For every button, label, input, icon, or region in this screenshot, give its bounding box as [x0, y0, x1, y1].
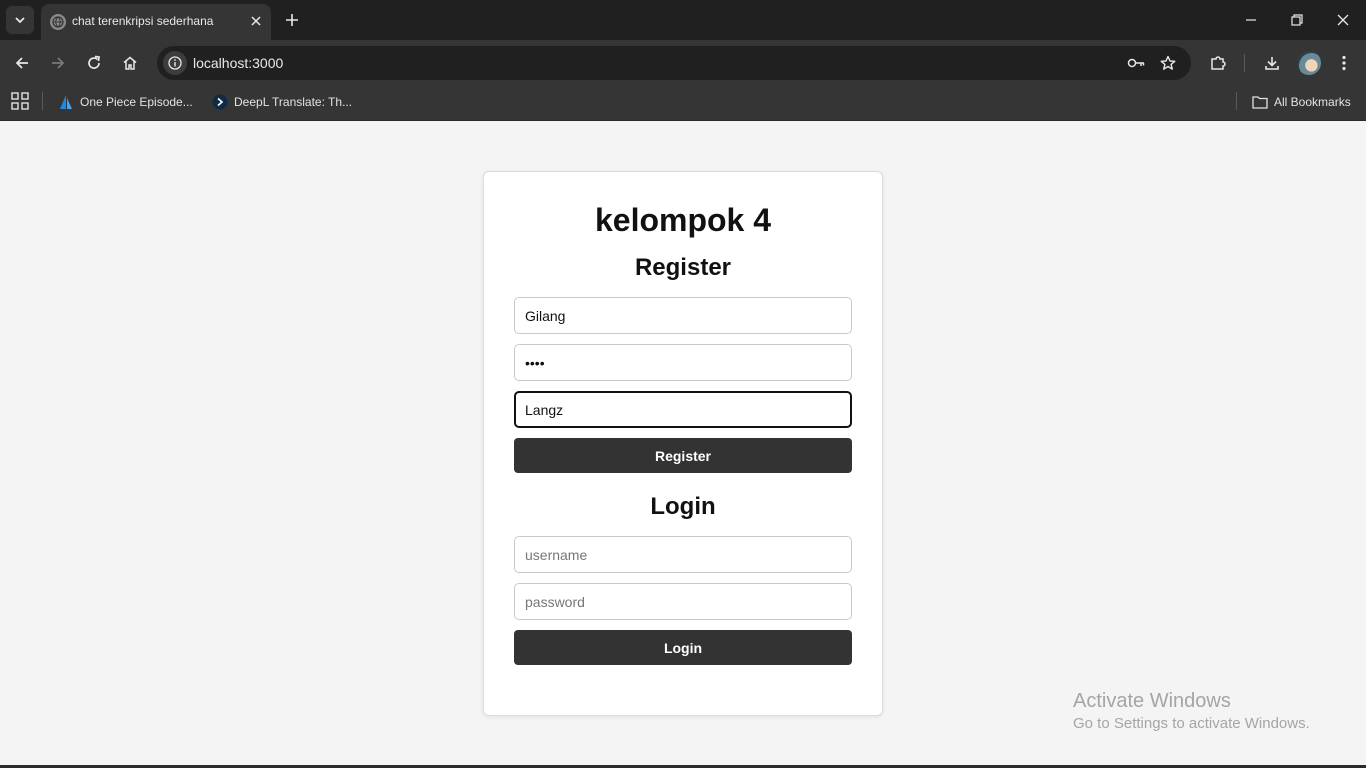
- arrow-left-icon: [15, 57, 28, 69]
- minimize-button[interactable]: [1228, 0, 1274, 40]
- reload-icon: [88, 55, 100, 69]
- address-bar[interactable]: localhost:3000: [157, 46, 1191, 80]
- forward-button[interactable]: [44, 49, 72, 77]
- minimize-icon: [1246, 19, 1256, 21]
- active-tab[interactable]: chat terenkripsi sederhana: [41, 4, 271, 40]
- login-heading: Login: [650, 493, 716, 520]
- puzzle-icon: [1211, 56, 1226, 70]
- site-info-button[interactable]: [163, 51, 187, 75]
- login-button[interactable]: Login: [514, 630, 852, 665]
- reload-button[interactable]: [80, 49, 108, 77]
- tab-strip: chat terenkripsi sederhana: [0, 0, 1366, 40]
- home-icon: [123, 56, 137, 70]
- key-icon: [1127, 58, 1145, 68]
- watermark-title: Activate Windows: [1073, 690, 1231, 712]
- register-username-input[interactable]: Gilang: [514, 297, 852, 334]
- home-button[interactable]: [116, 49, 144, 77]
- bookmark-star-button[interactable]: [1156, 51, 1180, 75]
- password-key-button[interactable]: [1124, 51, 1148, 75]
- close-icon: [1337, 14, 1349, 26]
- bookmark-label: DeepL Translate: Th...: [234, 95, 353, 109]
- page-title: kelompok 4: [594, 202, 772, 238]
- address-url[interactable]: localhost:3000: [193, 55, 283, 71]
- watermark-subtitle: Go to Settings to activate Windows.: [1073, 715, 1310, 732]
- chevron-down-icon: [15, 17, 25, 24]
- apps-grid-icon[interactable]: [11, 92, 29, 110]
- globe-icon: [50, 14, 66, 30]
- star-icon: [1160, 55, 1176, 70]
- bookmark-label: One Piece Episode...: [80, 95, 193, 109]
- register-third-input[interactable]: Langz: [514, 391, 852, 428]
- bookmark-deepl[interactable]: DeepL Translate: Th...: [212, 91, 352, 113]
- auth-card: kelompok 4 Register Gilang •••• Langz Re…: [483, 171, 883, 716]
- restore-button[interactable]: [1274, 0, 1320, 40]
- close-tab-button[interactable]: [246, 11, 266, 31]
- login-password-input[interactable]: password: [514, 583, 852, 620]
- sail-logo-icon: [60, 95, 72, 109]
- tab-search-button[interactable]: [6, 6, 34, 34]
- deepl-logo-icon: [212, 94, 228, 110]
- toolbar-divider: [1244, 54, 1245, 72]
- close-icon: [251, 16, 261, 26]
- new-tab-button[interactable]: [280, 8, 304, 32]
- login-username-input[interactable]: username: [514, 536, 852, 573]
- menu-button[interactable]: [1330, 49, 1358, 77]
- register-button[interactable]: Register: [514, 438, 852, 473]
- back-button[interactable]: [8, 49, 36, 77]
- restore-icon: [1291, 14, 1303, 26]
- all-bookmarks-label: All Bookmarks: [1274, 95, 1351, 109]
- page-viewport: kelompok 4 Register Gilang •••• Langz Re…: [0, 121, 1366, 768]
- tab-title: chat terenkripsi sederhana: [72, 14, 214, 28]
- plus-icon: [286, 14, 298, 26]
- arrow-right-icon: [52, 57, 65, 69]
- close-window-button[interactable]: [1320, 0, 1366, 40]
- register-heading: Register: [634, 254, 732, 281]
- register-password-input[interactable]: ••••: [514, 344, 852, 381]
- downloads-button[interactable]: [1258, 49, 1286, 77]
- all-bookmarks-button[interactable]: All Bookmarks: [1252, 91, 1351, 113]
- bookmarks-bar: One Piece Episode... DeepL Translate: Th…: [0, 86, 1366, 121]
- browser-toolbar: localhost:3000: [0, 40, 1366, 86]
- bookmarks-divider: [1236, 92, 1237, 110]
- profile-avatar[interactable]: [1297, 51, 1321, 75]
- folder-icon: [1252, 96, 1268, 109]
- download-icon: [1265, 57, 1279, 70]
- info-icon: [168, 56, 182, 70]
- extensions-button[interactable]: [1204, 49, 1232, 77]
- bookmarks-divider: [42, 92, 43, 110]
- bookmark-one-piece[interactable]: One Piece Episode...: [58, 91, 193, 113]
- activation-watermark: Activate Windows Go to Settings to activ…: [1073, 690, 1310, 732]
- more-vertical-icon: [1342, 55, 1346, 71]
